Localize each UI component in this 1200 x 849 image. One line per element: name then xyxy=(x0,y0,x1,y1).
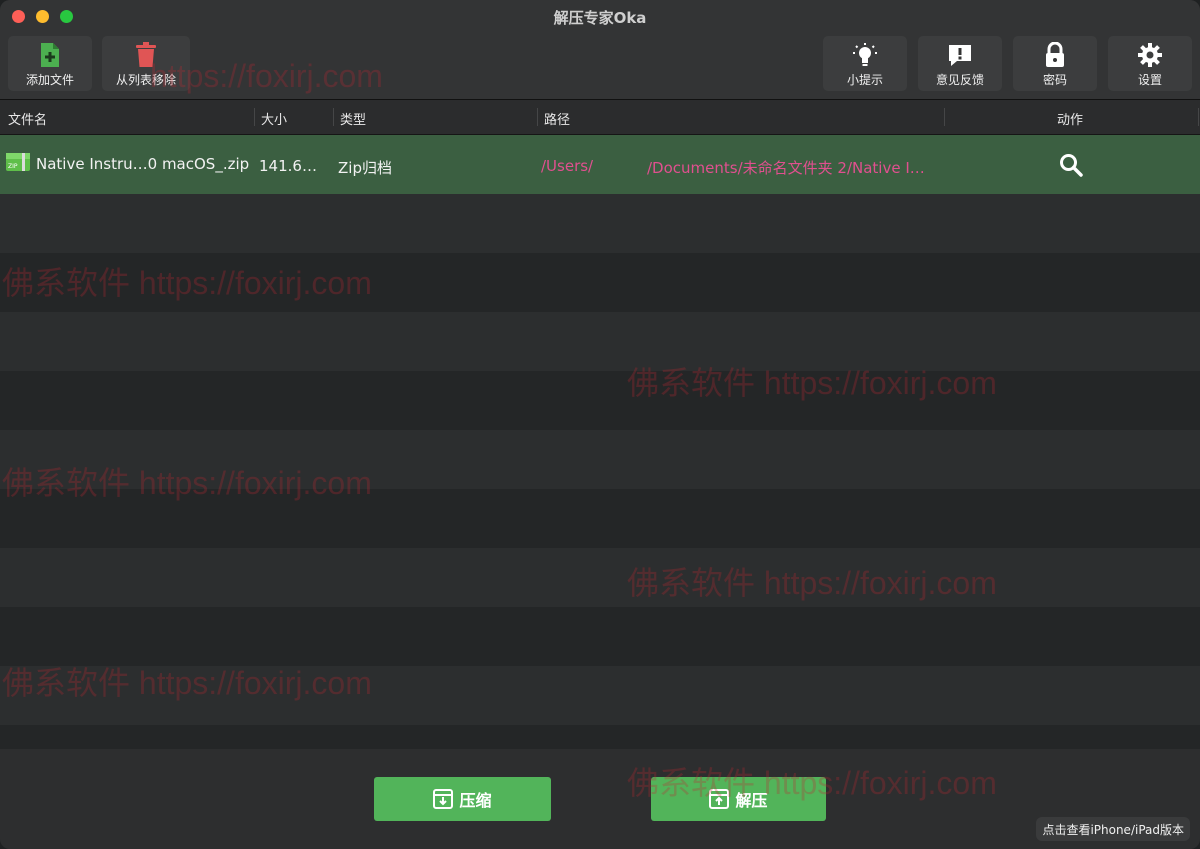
compress-icon xyxy=(433,789,454,809)
tips-button[interactable]: 小提示 xyxy=(823,36,907,91)
file-name: Native Instru…0 macOS_.zip xyxy=(36,155,250,173)
lightbulb-icon xyxy=(852,40,878,70)
compress-label: 压缩 xyxy=(459,791,492,810)
gear-icon xyxy=(1137,40,1163,70)
column-divider[interactable] xyxy=(254,108,255,126)
password-button[interactable]: 密码 xyxy=(1013,36,1097,91)
empty-row xyxy=(0,371,1200,430)
extract-button[interactable]: 解压 xyxy=(651,777,826,821)
add-file-icon xyxy=(39,40,61,70)
column-header-path[interactable]: 路径 xyxy=(544,109,570,128)
empty-row xyxy=(0,725,1200,749)
search-icon[interactable] xyxy=(1059,153,1083,181)
file-path-suffix: /Documents/未命名文件夹 2/Native I… xyxy=(647,159,925,177)
file-size: 141.6… xyxy=(259,157,317,175)
compress-button[interactable]: 压缩 xyxy=(374,777,551,821)
column-divider[interactable] xyxy=(537,108,538,126)
column-header-type[interactable]: 类型 xyxy=(340,109,366,128)
column-divider[interactable] xyxy=(333,108,334,126)
extract-label: 解压 xyxy=(735,791,768,810)
empty-row xyxy=(0,194,1200,253)
table-row[interactable]: ZIP Native Instru…0 macOS_.zip 141.6… Zi… xyxy=(0,135,1200,194)
add-file-button[interactable]: 添加文件 xyxy=(8,36,92,91)
settings-button[interactable]: 设置 xyxy=(1108,36,1192,91)
feedback-button[interactable]: 意见反馈 xyxy=(918,36,1002,91)
column-header-action[interactable]: 动作 xyxy=(1057,109,1083,128)
app-window: 解压专家Oka 添加文件 从列表移除 小提示 意见反馈 密码 设置 文件名 大小… xyxy=(0,0,1200,849)
file-list[interactable]: ZIP Native Instru…0 macOS_.zip 141.6… Zi… xyxy=(0,135,1200,749)
empty-row xyxy=(0,548,1200,607)
remove-from-list-button[interactable]: 从列表移除 xyxy=(102,36,190,91)
empty-row xyxy=(0,607,1200,666)
toolbar: 解压专家Oka 添加文件 从列表移除 小提示 意见反馈 密码 设置 xyxy=(0,0,1200,100)
feedback-icon xyxy=(947,40,973,70)
column-header-name[interactable]: 文件名 xyxy=(8,109,47,128)
empty-row xyxy=(0,430,1200,489)
lock-icon xyxy=(1043,40,1067,70)
file-type: Zip归档 xyxy=(338,159,392,177)
trash-icon xyxy=(135,40,157,70)
column-divider[interactable] xyxy=(1198,108,1199,126)
ipad-version-link[interactable]: 点击查看iPhone/iPad版本 xyxy=(1036,817,1190,841)
column-divider[interactable] xyxy=(944,108,945,126)
file-path-prefix: /Users/ xyxy=(541,157,594,175)
empty-row xyxy=(0,312,1200,371)
empty-row xyxy=(0,489,1200,548)
zip-file-icon: ZIP xyxy=(6,152,30,176)
empty-row xyxy=(0,253,1200,312)
column-header-size[interactable]: 大小 xyxy=(261,109,287,128)
window-title: 解压专家Oka xyxy=(553,9,647,27)
extract-icon xyxy=(709,789,730,809)
zip-icon-label: ZIP xyxy=(8,163,18,170)
empty-row xyxy=(0,666,1200,725)
table-header: 文件名 大小 类型 路径 动作 xyxy=(0,100,1200,135)
bottom-bar: 压缩 解压 点击查看iPhone/iPad版本 xyxy=(0,749,1200,849)
